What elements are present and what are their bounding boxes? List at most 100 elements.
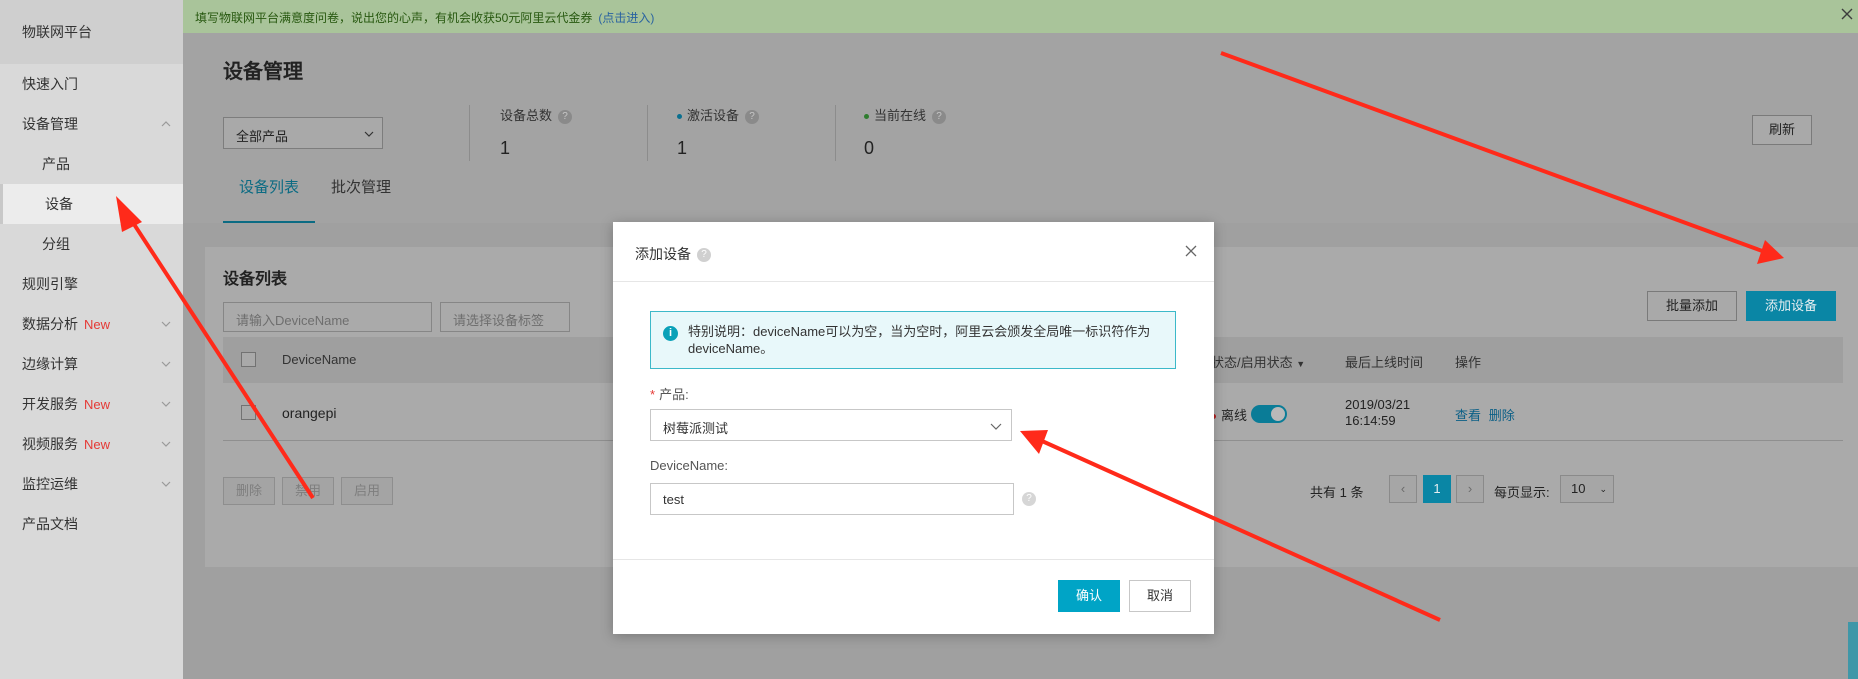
help-icon[interactable]: ? bbox=[932, 109, 947, 124]
prev-page-button[interactable]: ‹ bbox=[1389, 475, 1417, 503]
page-title: 设备管理 bbox=[223, 61, 303, 83]
tab-device-list[interactable]: 设备列表 bbox=[223, 173, 316, 223]
sidebar-item-label: 规则引擎 bbox=[22, 276, 78, 292]
column-header-status[interactable]: 状态/启用状态 ▼ bbox=[1211, 352, 1305, 371]
sidebar-item-docs[interactable]: 产品文档 bbox=[0, 504, 183, 544]
sidebar-item-edge-computing[interactable]: 边缘计算 bbox=[0, 344, 183, 384]
page-header: 设备管理 全部产品 设备总数? 1 激活设备? 1 当前在线? 0 刷新 设备列… bbox=[183, 33, 1858, 223]
bulk-disable-button[interactable]: 禁用 bbox=[282, 477, 334, 505]
last-online-date: 2019/03/21 bbox=[1345, 397, 1411, 412]
sidebar-item-label: 开发服务 bbox=[22, 396, 78, 412]
card-title: 设备列表 bbox=[223, 271, 288, 288]
stat-online-devices: 当前在线? 0 bbox=[864, 105, 947, 159]
status-dot-icon bbox=[864, 114, 869, 120]
sidebar-item-label: 边缘计算 bbox=[22, 356, 78, 372]
sidebar-item-label: 设备管理 bbox=[22, 116, 78, 132]
view-link[interactable]: 查看 bbox=[1455, 408, 1481, 423]
sidebar-item-rule-engine[interactable]: 规则引擎 bbox=[0, 264, 183, 304]
sidebar-item-device-management[interactable]: 设备管理 bbox=[0, 104, 183, 144]
bulk-enable-button[interactable]: 启用 bbox=[341, 477, 393, 505]
refresh-button[interactable]: 刷新 bbox=[1752, 115, 1812, 145]
info-icon: i bbox=[663, 326, 678, 341]
survey-notice-bar: 填写物联网平台满意度问卷，说出您的心声，有机会收获50元阿里云代金券 (点击进入) bbox=[183, 0, 1858, 33]
last-online-time: 16:14:59 bbox=[1345, 413, 1396, 428]
select-all-checkbox[interactable] bbox=[241, 352, 256, 367]
sidebar-item-product[interactable]: 产品 bbox=[0, 144, 183, 184]
stat-value: 1 bbox=[500, 138, 511, 158]
alert-message: 特别说明：deviceName可以为空，当为空时，阿里云会颁发全局唯一标识符作为… bbox=[688, 324, 1151, 356]
help-icon[interactable]: ? bbox=[1022, 492, 1036, 506]
search-placeholder: 请输入DeviceName bbox=[236, 313, 350, 328]
confirm-button[interactable]: 确认 bbox=[1058, 580, 1120, 612]
device-name-input[interactable]: test bbox=[650, 483, 1014, 515]
close-icon[interactable] bbox=[1840, 7, 1854, 21]
column-header-last-online: 最后上线时间 bbox=[1345, 355, 1424, 370]
help-icon[interactable]: ? bbox=[745, 109, 760, 124]
caret-down-icon: ▼ bbox=[1296, 359, 1306, 369]
delete-link[interactable]: 删除 bbox=[1489, 408, 1515, 423]
dialog-header: 添加设备? bbox=[613, 222, 1214, 282]
device-name-field-label: DeviceName: bbox=[650, 458, 729, 473]
divider bbox=[469, 105, 470, 161]
divider bbox=[835, 105, 836, 161]
tab-batch-management[interactable]: 批次管理 bbox=[315, 173, 407, 223]
per-page-label: 每页显示: bbox=[1494, 485, 1550, 500]
info-alert: i 特别说明：deviceName可以为空，当为空时，阿里云会颁发全局唯一标识符… bbox=[650, 311, 1176, 369]
sidebar-item-label: 产品 bbox=[42, 156, 70, 172]
help-icon[interactable]: ? bbox=[558, 109, 573, 124]
page-tabs: 设备列表 批次管理 bbox=[223, 173, 407, 223]
next-page-button[interactable]: › bbox=[1456, 475, 1484, 503]
sidebar-item-quickstart[interactable]: 快速入门 bbox=[0, 64, 183, 104]
toggle-knob bbox=[1271, 407, 1285, 421]
sidebar-nav: 快速入门 设备管理 产品 设备 分组 规则引擎 数据分析 New 边缘计算 开发服… bbox=[0, 64, 183, 544]
batch-add-button[interactable]: 批量添加 bbox=[1647, 291, 1737, 321]
stat-label-row: 设备总数? bbox=[500, 105, 573, 124]
device-name-cell: orangepi bbox=[282, 405, 337, 421]
product-label-text: 产品: bbox=[659, 387, 689, 402]
help-icon[interactable]: ? bbox=[697, 248, 711, 263]
bulk-delete-button[interactable]: 删除 bbox=[223, 477, 275, 505]
sidebar-item-group[interactable]: 分组 bbox=[0, 224, 183, 264]
dialog-title: 添加设备 bbox=[635, 246, 691, 262]
notice-content: 填写物联网平台满意度问卷，说出您的心声，有机会收获50元阿里云代金券 (点击进入) bbox=[195, 9, 654, 26]
notice-text: 填写物联网平台满意度问卷，说出您的心声，有机会收获50元阿里云代金券 bbox=[195, 11, 593, 25]
chevron-down-icon bbox=[161, 361, 171, 367]
column-header-device-name: DeviceName bbox=[282, 352, 357, 367]
new-badge: New bbox=[84, 437, 111, 452]
notice-link[interactable]: (点击进入) bbox=[598, 11, 654, 25]
device-name-search-input[interactable]: 请输入DeviceName bbox=[223, 302, 432, 332]
product-field-label: * 产品: bbox=[650, 384, 689, 403]
stat-label: 激活设备 bbox=[687, 108, 740, 123]
stat-total-devices: 设备总数? 1 bbox=[500, 105, 573, 159]
device-name-value: test bbox=[663, 492, 684, 507]
page-number-button[interactable]: 1 bbox=[1423, 475, 1451, 503]
product-select-value: 树莓派测试 bbox=[663, 421, 729, 436]
per-page-select[interactable]: 10 ⌄ bbox=[1560, 475, 1614, 503]
chevron-down-icon bbox=[161, 321, 171, 327]
stat-activated-devices: 激活设备? 1 bbox=[677, 105, 760, 159]
stat-label-row: 当前在线? bbox=[864, 105, 947, 124]
device-tag-select[interactable]: 请选择设备标签 bbox=[440, 302, 570, 332]
per-page-value: 10 bbox=[1571, 481, 1586, 496]
sidebar-item-dev-services[interactable]: 开发服务 New bbox=[0, 384, 183, 424]
add-device-button[interactable]: 添加设备 bbox=[1746, 291, 1836, 321]
add-device-dialog: 添加设备? i 特别说明：deviceName可以为空，当为空时，阿里云会颁发全… bbox=[613, 222, 1214, 634]
product-select[interactable]: 树莓派测试 bbox=[650, 409, 1012, 441]
chevron-down-icon bbox=[364, 131, 374, 137]
sidebar-item-video-services[interactable]: 视频服务 New bbox=[0, 424, 183, 464]
row-checkbox[interactable] bbox=[241, 405, 256, 420]
pagination-total: 共有 1 条 bbox=[1310, 485, 1364, 500]
enable-toggle[interactable] bbox=[1251, 405, 1287, 423]
sidebar-item-data-analysis[interactable]: 数据分析 New bbox=[0, 304, 183, 344]
sidebar-item-device[interactable]: 设备 bbox=[0, 184, 183, 224]
feedback-side-tab[interactable] bbox=[1848, 622, 1858, 679]
close-icon[interactable] bbox=[1184, 244, 1198, 258]
status-cell: 离线 bbox=[1211, 405, 1247, 424]
cancel-button[interactable]: 取消 bbox=[1129, 580, 1191, 612]
sidebar-item-monitoring[interactable]: 监控运维 bbox=[0, 464, 183, 504]
sidebar-title[interactable]: 物联网平台 bbox=[0, 0, 183, 64]
status-label: 离线 bbox=[1221, 408, 1248, 423]
product-filter-select[interactable]: 全部产品 bbox=[223, 117, 383, 149]
divider bbox=[647, 105, 648, 161]
sidebar-item-label: 监控运维 bbox=[22, 476, 78, 492]
